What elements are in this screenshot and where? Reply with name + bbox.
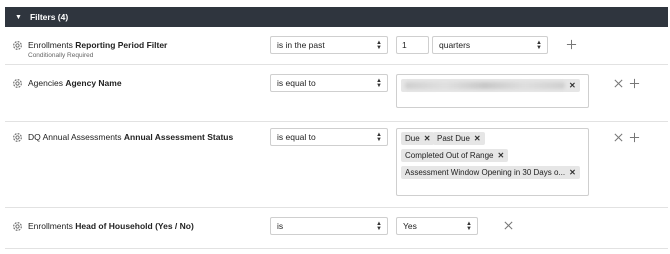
filter-view-name: Enrollments <box>28 221 73 231</box>
chip-close-icon[interactable]: ✕ <box>498 151 505 160</box>
operator-value: is equal to <box>277 78 316 88</box>
period-unit-value: quarters <box>439 40 471 50</box>
filters-header[interactable]: ▼ Filters (4) <box>5 7 668 27</box>
plus-icon[interactable] <box>629 78 640 89</box>
caret-down-icon: ▼ <box>15 13 22 21</box>
gear-icon[interactable] <box>12 40 23 51</box>
updown-arrow-icon: ▲ ▼ <box>376 221 382 232</box>
filter-label: Enrollments Reporting Period Filter <box>28 40 167 50</box>
operator-value: is in the past <box>277 40 325 50</box>
filter-field-name: Head of Household (Yes / No) <box>75 221 194 231</box>
filter-field-name: Annual Assessment Status <box>123 132 234 142</box>
operator-select[interactable]: is equal to ▲ ▼ <box>270 74 388 92</box>
filter-label: DQ Annual Assessments Annual Assessment … <box>28 132 233 142</box>
chip-close-icon[interactable]: ✕ <box>569 168 576 177</box>
updown-arrow-icon: ▲ ▼ <box>376 132 382 143</box>
operator-select[interactable]: is ▲ ▼ <box>270 217 388 235</box>
chip-label: Assessment Window Opening in 30 Days o..… <box>405 168 566 177</box>
chip-close-icon[interactable]: ✕ <box>474 134 481 143</box>
filter-field-name: Reporting Period Filter <box>75 40 168 50</box>
gear-icon[interactable] <box>12 132 23 143</box>
chip-label: Completed Out of Range <box>405 151 494 160</box>
value-chip: Completed Out of Range ✕ <box>401 149 509 162</box>
value-selected: Yes <box>403 221 417 231</box>
filter-row: Enrollments Head of Household (Yes / No)… <box>5 208 668 249</box>
plus-icon[interactable] <box>629 132 640 143</box>
value-chip: ✕ <box>401 79 580 92</box>
close-icon[interactable] <box>503 220 514 231</box>
updown-arrow-icon: ▲ ▼ <box>376 40 382 51</box>
close-icon[interactable] <box>613 78 624 89</box>
period-number-value: 1 <box>402 40 407 50</box>
updown-arrow-icon: ▲ ▼ <box>536 40 542 51</box>
operator-value: is equal to <box>277 132 316 142</box>
operator-value: is <box>277 221 284 231</box>
filter-view-name: DQ Annual Assessments <box>28 132 122 142</box>
redacted-value <box>405 82 565 89</box>
chip-close-icon[interactable]: ✕ <box>424 134 431 143</box>
status-value-box[interactable]: Due ✕ Past Due ✕ Completed Out of Range … <box>396 128 589 196</box>
plus-icon[interactable] <box>566 39 577 50</box>
filter-label: Enrollments Head of Household (Yes / No) <box>28 221 194 231</box>
updown-arrow-icon: ▲ ▼ <box>466 221 472 232</box>
filter-field-name: Agency Name <box>65 78 122 88</box>
filter-note: Conditionally Required <box>28 52 94 59</box>
chip-label: Due <box>405 134 420 143</box>
value-chip: Assessment Window Opening in 30 Days o..… <box>401 166 580 179</box>
chip-close-icon[interactable]: ✕ <box>569 81 576 90</box>
gear-icon[interactable] <box>12 78 23 89</box>
filter-view-name: Enrollments <box>28 40 73 50</box>
filter-label: Agencies Agency Name <box>28 78 122 88</box>
value-chip: Due ✕ <box>401 132 435 145</box>
updown-arrow-icon: ▲ ▼ <box>376 78 382 89</box>
period-unit-select[interactable]: quarters ▲ ▼ <box>432 36 548 54</box>
operator-select[interactable]: is in the past ▲ ▼ <box>270 36 388 54</box>
filter-row: Enrollments Reporting Period Filter Cond… <box>5 28 668 65</box>
period-number-input[interactable]: 1 <box>396 36 429 54</box>
filter-view-name: Agencies <box>28 78 63 88</box>
operator-select[interactable]: is equal to ▲ ▼ <box>270 128 388 146</box>
chip-label: Past Due <box>437 134 470 143</box>
value-select[interactable]: Yes ▲ ▼ <box>396 217 478 235</box>
filter-row: Agencies Agency Name is equal to ▲ ▼ ✕ <box>5 65 668 122</box>
close-icon[interactable] <box>613 132 624 143</box>
gear-icon[interactable] <box>12 221 23 232</box>
agency-value-box[interactable]: ✕ <box>396 74 589 108</box>
filter-row: DQ Annual Assessments Annual Assessment … <box>5 122 668 208</box>
value-chip: Past Due ✕ <box>433 132 485 145</box>
filters-title: Filters (4) <box>29 12 69 22</box>
